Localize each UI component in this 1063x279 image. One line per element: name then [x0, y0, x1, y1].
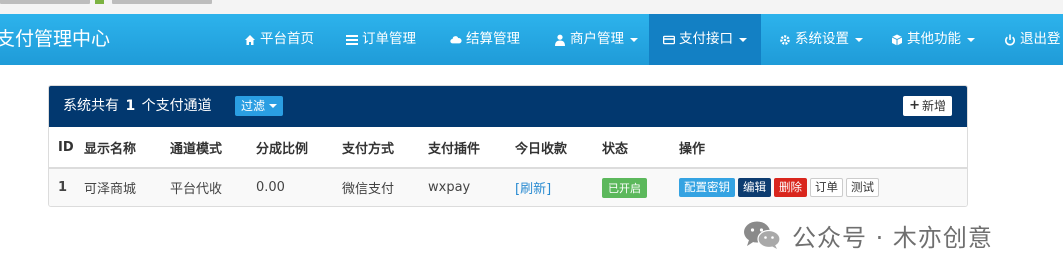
nav-item-merchants[interactable]: 商户管理 — [554, 14, 638, 65]
cloud-icon — [450, 35, 462, 43]
channel-count: 1 — [125, 98, 136, 114]
edit-button[interactable]: 编辑 — [738, 178, 771, 197]
orders-button[interactable]: 订单 — [810, 178, 843, 197]
col-header-id: ID — [49, 127, 84, 169]
nav-label-settlement: 结算管理 — [466, 31, 520, 47]
status-badge: 已开启 — [602, 177, 647, 198]
tab-blur-1 — [0, 0, 90, 4]
chevron-down-icon — [630, 37, 638, 42]
nav-item-payment-interface[interactable]: 支付接口 — [649, 14, 761, 65]
panel-title: 系统共有 1 个支付通道 — [63, 86, 212, 127]
chevron-down-icon — [269, 104, 278, 108]
col-header-method: 支付方式 — [342, 127, 428, 169]
nav-label-payment-interface: 支付接口 — [679, 31, 733, 47]
watermark-text: 公众号 · 木亦创意 — [792, 223, 993, 252]
wechat-icon — [744, 221, 781, 249]
filter-button[interactable]: 过滤 — [235, 96, 284, 116]
cell-method: 微信支付 — [342, 168, 428, 206]
cell-name: 可泽商城 — [84, 168, 170, 206]
table-header-row: ID 显示名称 通道模式 分成比例 支付方式 支付插件 今日收款 状态 操作 — [49, 127, 967, 169]
cell-actions: 配置密钥 编辑 删除 订单 测试 — [679, 168, 967, 206]
panel-header: 系统共有 1 个支付通道 过滤 + 新增 — [49, 86, 967, 127]
chevron-down-icon — [739, 37, 747, 42]
nav-item-other-functions[interactable]: 其他功能 — [891, 14, 975, 65]
cell-ratio: 0.00 — [256, 168, 342, 206]
cell-plugin: wxpay — [428, 168, 515, 206]
add-channel-button[interactable]: + 新增 — [903, 96, 952, 116]
nav-item-orders[interactable]: 订单管理 — [346, 14, 416, 65]
home-icon — [245, 34, 255, 45]
cell-id: 1 — [49, 168, 84, 206]
nav-label-other-functions: 其他功能 — [907, 31, 961, 47]
favicon-icon — [95, 0, 104, 4]
channel-table: ID 显示名称 通道模式 分成比例 支付方式 支付插件 今日收款 状态 操作 1… — [49, 127, 967, 206]
user-icon — [555, 34, 565, 46]
config-key-button[interactable]: 配置密钥 — [679, 178, 735, 197]
table-row: 1 可泽商城 平台代收 0.00 微信支付 wxpay [刷新] 已开启 配置密… — [49, 168, 967, 206]
title-prefix: 系统共有 — [63, 98, 119, 114]
col-header-today: 今日收款 — [515, 127, 602, 169]
watermark: 公众号 · 木亦创意 — [742, 218, 993, 252]
refresh-link[interactable]: [刷新] — [515, 182, 551, 197]
test-button[interactable]: 测试 — [846, 178, 879, 197]
nav-label-home: 平台首页 — [260, 31, 314, 47]
cube-icon — [891, 34, 903, 45]
credit-card-icon — [663, 35, 675, 44]
nav-label-merchants: 商户管理 — [570, 31, 624, 47]
nav-label-system-settings: 系统设置 — [795, 31, 849, 47]
add-label: 新增 — [921, 99, 946, 113]
gear-icon — [780, 34, 790, 45]
col-header-status: 状态 — [602, 127, 679, 169]
top-navbar: 支付管理中心 平台首页 订单管理 结算管理 商户管理 支付接口 系统设置 其他功… — [0, 14, 1063, 65]
nav-label-orders: 订单管理 — [362, 31, 416, 47]
col-header-plugin: 支付插件 — [428, 127, 515, 169]
title-suffix: 个支付通道 — [141, 98, 212, 114]
cell-mode: 平台代收 — [170, 168, 256, 206]
cell-status: 已开启 — [602, 168, 679, 206]
col-header-ratio: 分成比例 — [256, 127, 342, 169]
filter-label: 过滤 — [241, 99, 266, 113]
nav-item-system-settings[interactable]: 系统设置 — [779, 14, 863, 65]
brand-title[interactable]: 支付管理中心 — [0, 14, 110, 65]
browser-tab-strip — [0, 0, 1063, 14]
payment-channel-panel: 系统共有 1 个支付通道 过滤 + 新增 ID 显示名称 通道模式 分成比例 支… — [48, 85, 968, 207]
delete-button[interactable]: 删除 — [774, 178, 807, 197]
cell-today: [刷新] — [515, 168, 602, 206]
col-header-actions: 操作 — [679, 127, 967, 169]
nav-item-home[interactable]: 平台首页 — [244, 14, 314, 65]
power-icon — [1005, 34, 1015, 45]
tab-blur-2 — [112, 0, 212, 4]
nav-item-logout[interactable]: 退出登 — [1004, 14, 1061, 65]
list-icon — [346, 34, 358, 45]
col-header-name: 显示名称 — [84, 127, 170, 169]
nav-item-settlement[interactable]: 结算管理 — [450, 14, 520, 65]
nav-label-logout: 退出登 — [1020, 31, 1061, 47]
chevron-down-icon — [855, 37, 863, 42]
col-header-mode: 通道模式 — [170, 127, 256, 169]
chevron-down-icon — [967, 37, 975, 42]
plus-icon: + — [909, 98, 920, 113]
